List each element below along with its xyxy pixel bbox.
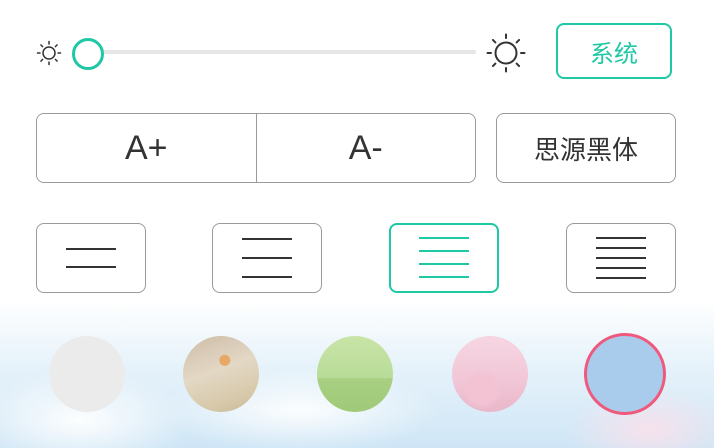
sun-small-icon: [36, 40, 62, 66]
spacing-line: [419, 250, 469, 252]
theme-green-swatch[interactable]: [317, 336, 393, 412]
sun-large-icon: [486, 33, 526, 73]
theme-blue-swatch[interactable]: [584, 333, 666, 415]
spacing-line: [596, 267, 646, 269]
theme-pink-swatch[interactable]: [452, 336, 528, 412]
font-decrease-button[interactable]: A-: [257, 114, 476, 182]
theme-sunset-swatch[interactable]: [183, 336, 259, 412]
spacing-line: [596, 247, 646, 249]
spacing-line: [419, 276, 469, 278]
spacing-option-normal[interactable]: [389, 223, 499, 293]
spacing-line: [66, 266, 116, 268]
spacing-option-loose[interactable]: [36, 223, 146, 293]
spacing-line: [596, 237, 646, 239]
spacing-line: [596, 277, 646, 279]
spacing-line: [242, 276, 292, 278]
brightness-slider-thumb[interactable]: [72, 38, 104, 70]
spacing-option-compact[interactable]: [566, 223, 676, 293]
system-brightness-button[interactable]: 系统: [556, 23, 672, 79]
theme-gray-swatch[interactable]: [49, 336, 125, 412]
spacing-line: [242, 238, 292, 240]
font-size-group: A+ A-: [36, 113, 476, 183]
spacing-line: [242, 257, 292, 259]
brightness-slider-track[interactable]: [88, 50, 476, 54]
spacing-line: [419, 263, 469, 265]
font-increase-button[interactable]: A+: [37, 114, 257, 182]
spacing-line: [596, 257, 646, 259]
typeface-button[interactable]: 思源黑体: [496, 113, 676, 183]
spacing-line: [66, 248, 116, 250]
spacing-option-medium[interactable]: [212, 223, 322, 293]
spacing-line: [419, 237, 469, 239]
